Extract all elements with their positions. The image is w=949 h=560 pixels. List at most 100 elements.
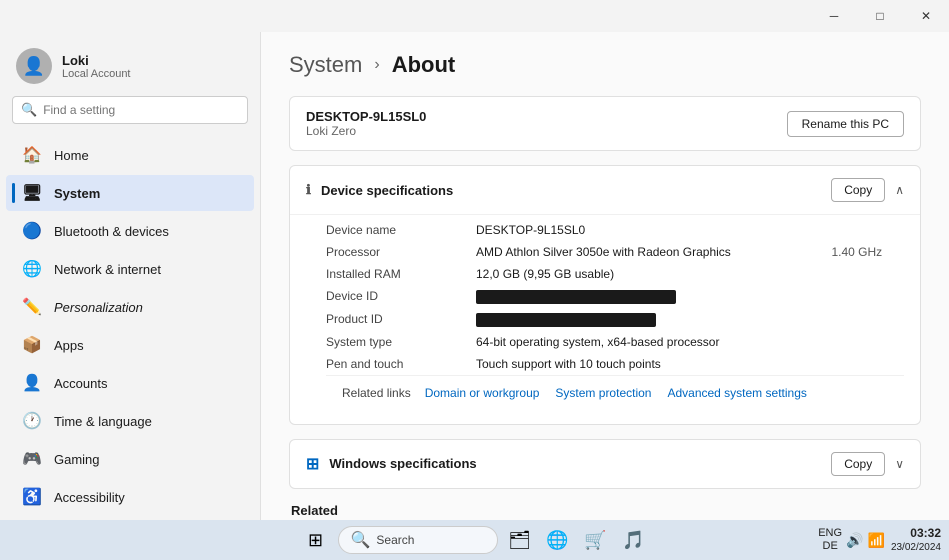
search-box[interactable]: 🔍 (12, 96, 248, 124)
sidebar-item-system[interactable]: 🖥 System (6, 175, 254, 211)
speaker-icon[interactable]: 🔊 (846, 532, 863, 549)
maximize-button[interactable]: □ (857, 0, 903, 32)
avatar: 👤 (16, 48, 52, 84)
sidebar-item-label: Network & internet (54, 262, 161, 277)
windows-specs-title: Windows specifications (329, 456, 476, 471)
spec-label: Installed RAM (326, 263, 476, 285)
spec-extra: 1.40 GHz (819, 241, 904, 263)
title-bar: ─ □ ✕ (0, 0, 949, 32)
spec-label: Device ID (326, 285, 476, 308)
sidebar-item-apps[interactable]: 📦 Apps (6, 327, 254, 363)
edge-icon: 🌐 (546, 530, 568, 551)
taskbar-search[interactable]: 🔍 Search (338, 526, 498, 554)
sidebar-item-network[interactable]: 🌐 Network & internet (6, 251, 254, 287)
pc-subtitle: Loki Zero (306, 124, 426, 138)
sidebar-item-personalization[interactable]: ✏️ Personalization (6, 289, 254, 325)
breadcrumb-chevron: › (374, 56, 379, 74)
spec-table: Device name DESKTOP-9L15SL0 Processor AM… (326, 219, 904, 375)
device-specs-header[interactable]: ℹ Device specifications Copy ∧ (290, 166, 920, 214)
apps-icon: 📦 (22, 335, 42, 355)
pc-card: DESKTOP-9L15SL0 Loki Zero Rename this PC (289, 96, 921, 151)
clock-time: 03:32 (891, 526, 941, 542)
spec-value-redacted (476, 285, 819, 308)
windows-specs-header[interactable]: ⊞ Windows specifications Copy ∨ (290, 440, 920, 488)
start-button[interactable]: ⊞ (300, 524, 332, 556)
spec-value: Touch support with 10 touch points (476, 353, 819, 375)
sidebar-item-label: Apps (54, 338, 84, 353)
accounts-icon: 👤 (22, 373, 42, 393)
page-title: About (392, 52, 456, 78)
table-row: Installed RAM 12,0 GB (9,95 GB usable) (326, 263, 904, 285)
clock-date: 23/02/2024 (891, 541, 941, 554)
device-specs-copy-button[interactable]: Copy (831, 178, 885, 202)
related-link-domain[interactable]: Domain or workgroup (419, 386, 546, 400)
windows-specs-copy-button[interactable]: Copy (831, 452, 885, 476)
spec-label: Device name (326, 219, 476, 241)
user-name: Loki (62, 53, 131, 68)
sidebar: 👤 Loki Local Account 🔍 🏠 Home 🖥 System (0, 32, 260, 520)
home-icon: 🏠 (22, 145, 42, 165)
task-view-icon: 🗂 (508, 530, 531, 551)
taskbar-search-icon: 🔍 (351, 530, 371, 550)
spec-value: DESKTOP-9L15SL0 (476, 219, 819, 241)
sidebar-item-gaming[interactable]: 🎮 Gaming (6, 441, 254, 477)
breadcrumb: System (289, 52, 362, 78)
system-icon: 🖥 (22, 183, 42, 203)
sidebar-item-home[interactable]: 🏠 Home (6, 137, 254, 173)
spec-label: Processor (326, 241, 476, 263)
media-icon: 🎵 (622, 530, 644, 551)
media-button[interactable]: 🎵 (618, 524, 650, 556)
rename-pc-button[interactable]: Rename this PC (787, 111, 904, 137)
task-view-button[interactable]: 🗂 (504, 524, 536, 556)
sidebar-item-label: Personalization (54, 300, 143, 315)
sidebar-item-time[interactable]: 🕐 Time & language (6, 403, 254, 439)
table-row: Processor AMD Athlon Silver 3050e with R… (326, 241, 904, 263)
user-section: 👤 Loki Local Account (0, 32, 260, 96)
sidebar-item-accounts[interactable]: 👤 Accounts (6, 365, 254, 401)
table-row: Pen and touch Touch support with 10 touc… (326, 353, 904, 375)
bluetooth-icon: 🔵 (22, 221, 42, 241)
sidebar-item-label: Bluetooth & devices (54, 224, 169, 239)
lang-indicator: ENG DE (818, 527, 842, 553)
start-icon: ⊞ (308, 530, 323, 551)
spec-label: Product ID (326, 308, 476, 331)
gaming-icon: 🎮 (22, 449, 42, 469)
sidebar-item-label: Time & language (54, 414, 152, 429)
spec-value: 64-bit operating system, x64-based proce… (476, 331, 819, 353)
device-specs-body: Device name DESKTOP-9L15SL0 Processor AM… (290, 214, 920, 424)
store-button[interactable]: 🛒 (580, 524, 612, 556)
wifi-icon[interactable]: 📶 (868, 532, 885, 549)
edge-button[interactable]: 🌐 (542, 524, 574, 556)
related-link-advanced[interactable]: Advanced system settings (661, 386, 812, 400)
sidebar-item-bluetooth[interactable]: 🔵 Bluetooth & devices (6, 213, 254, 249)
minimize-button[interactable]: ─ (811, 0, 857, 32)
related-links-label: Related links (342, 386, 411, 400)
store-icon: 🛒 (584, 530, 606, 551)
chevron-down-icon: ∨ (895, 457, 904, 471)
sidebar-item-accessibility[interactable]: ♿ Accessibility (6, 479, 254, 515)
spec-value-redacted (476, 308, 819, 331)
system-tray: ENG DE 🔊 📶 (818, 527, 885, 553)
related-link-protection[interactable]: System protection (549, 386, 657, 400)
spec-value: 12,0 GB (9,95 GB usable) (476, 263, 819, 285)
sidebar-item-label: Home (54, 148, 89, 163)
pc-name: DESKTOP-9L15SL0 (306, 109, 426, 124)
close-button[interactable]: ✕ (903, 0, 949, 32)
search-icon: 🔍 (21, 102, 37, 118)
spec-label: Pen and touch (326, 353, 476, 375)
time-icon: 🕐 (22, 411, 42, 431)
windows-icon: ⊞ (306, 454, 319, 474)
taskbar-search-label: Search (376, 533, 414, 547)
taskbar-right: ENG DE 🔊 📶 03:32 23/02/2024 (818, 526, 941, 555)
related-section: Related 🔍 Product key and activation (289, 503, 921, 520)
table-row: Product ID (326, 308, 904, 331)
search-input[interactable] (43, 103, 239, 117)
user-subtitle: Local Account (62, 68, 131, 80)
info-icon: ℹ (306, 182, 311, 198)
spec-label: System type (326, 331, 476, 353)
sidebar-item-label: Accessibility (54, 490, 125, 505)
table-row: Device ID (326, 285, 904, 308)
related-section-title: Related (289, 503, 921, 518)
spec-value: AMD Athlon Silver 3050e with Radeon Grap… (476, 241, 819, 263)
taskbar-center: ⊞ 🔍 Search 🗂 🌐 🛒 🎵 (300, 524, 650, 556)
